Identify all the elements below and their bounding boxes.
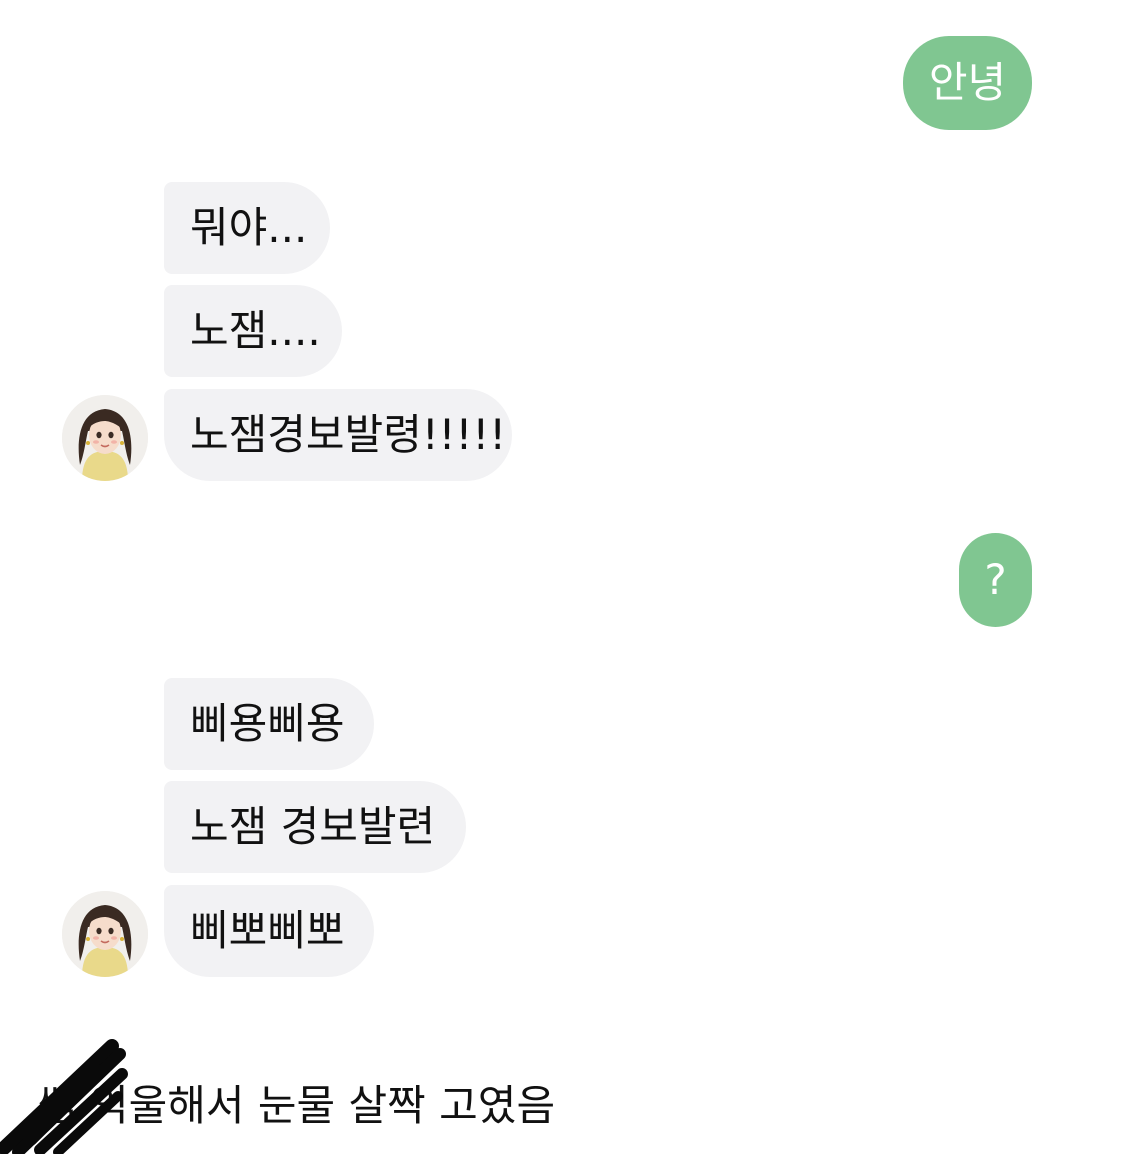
message-text: 삐뽀삐뽀 [190, 906, 345, 955]
received-message-bubble[interactable]: 뭐야... [164, 182, 330, 274]
message-text: 삐용삐용 [190, 699, 345, 748]
message-text: 안녕 [928, 58, 1007, 107]
message-text: 노잼경보발령!!!!! [190, 410, 507, 459]
contact-avatar[interactable] [62, 395, 148, 481]
contact-avatar[interactable] [62, 891, 148, 977]
redaction-scribble-icon [0, 1039, 128, 1154]
received-message-bubble[interactable]: 노잼 경보발련 [164, 781, 466, 873]
received-message-bubble[interactable]: 노잼.... [164, 285, 342, 377]
message-text: 노잼 경보발련 [190, 802, 436, 851]
girl-portrait-avatar-icon [62, 891, 148, 977]
sent-message-bubble[interactable]: ? [959, 533, 1032, 627]
girl-portrait-avatar-icon [62, 395, 148, 481]
message-text: ? [984, 555, 1007, 604]
received-message-bubble[interactable]: 노잼경보발령!!!!! [164, 389, 512, 481]
received-message-bubble[interactable]: 삐용삐용 [164, 678, 374, 770]
received-message-bubble[interactable]: 삐뽀삐뽀 [164, 885, 374, 977]
message-text: 노잼.... [190, 306, 321, 355]
message-text: 뭐야... [190, 203, 308, 252]
sent-message-bubble[interactable]: 안녕 [903, 36, 1032, 130]
